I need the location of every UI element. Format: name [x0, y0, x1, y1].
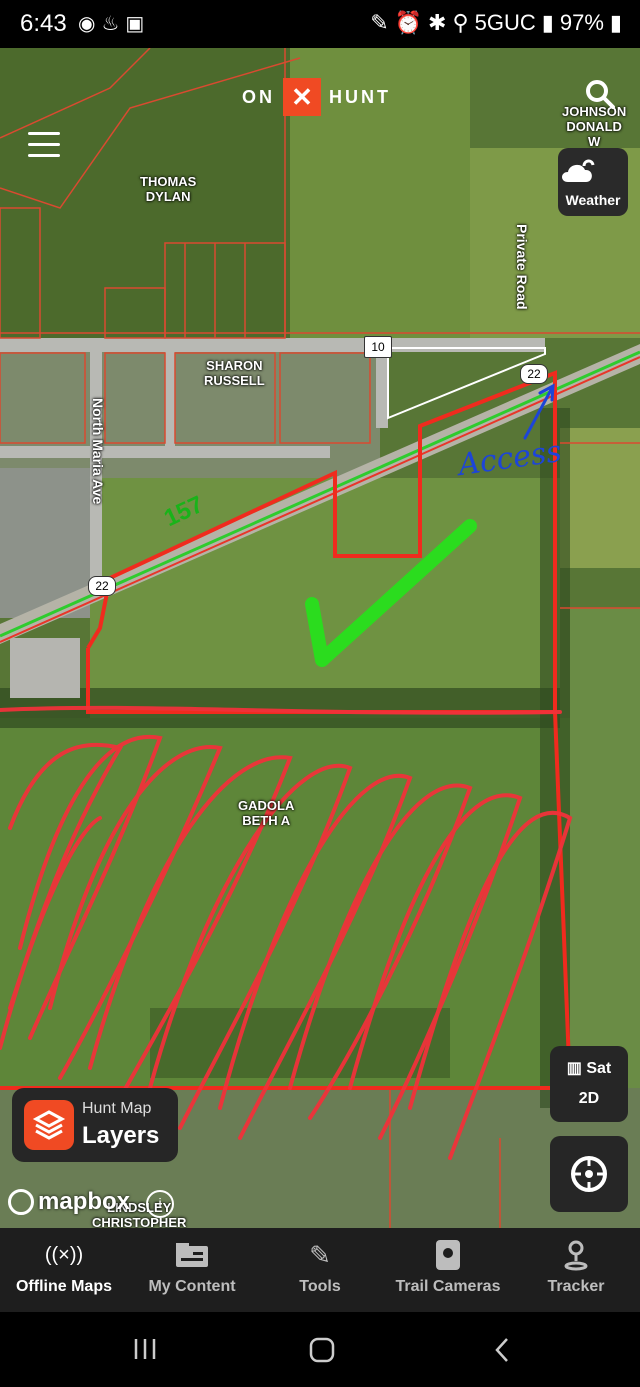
- back-button[interactable]: [492, 1336, 512, 1369]
- road-label-maria: North Maria Ave: [90, 398, 106, 505]
- menu-icon-bar: [28, 154, 60, 157]
- route-shield-22: 22: [520, 364, 548, 384]
- bottom-navigation: ((×)) Offline Maps My Content ✎ Tools Tr…: [0, 1228, 640, 1312]
- owner-label-sharon: SHARON RUSSELL: [204, 358, 265, 388]
- logo-mark-icon: ✕: [283, 78, 321, 116]
- info-icon[interactable]: i: [146, 1190, 174, 1218]
- map-book-icon: ▥: [566, 1060, 582, 1077]
- weather-icon: [562, 159, 595, 182]
- status-time: 6:43: [20, 10, 67, 37]
- nav-label: Offline Maps: [15, 1278, 112, 1295]
- nav-label: Tools: [299, 1278, 341, 1295]
- network-type: 5GUC: [474, 10, 536, 35]
- map-type-sat[interactable]: ▥ Sat: [550, 1058, 628, 1078]
- map-type-sat-label: Sat: [586, 1060, 612, 1077]
- compass-icon: [571, 1156, 607, 1192]
- satellite-map[interactable]: ON ✕ HUNT Weather JOHNSON DONALD W THOMA…: [0, 48, 640, 1228]
- system-navigation: [0, 1312, 640, 1387]
- menu-icon-bar: [28, 143, 60, 146]
- mapbox-text: mapbox: [38, 1188, 131, 1215]
- route-shield-22: 22: [88, 576, 116, 596]
- map-type-toggle[interactable]: ▥ Sat 2D: [550, 1046, 628, 1122]
- nav-tracker[interactable]: Tracker: [512, 1228, 640, 1312]
- app-logo: ON ✕ HUNT: [242, 78, 391, 116]
- map-imagery: [0, 48, 640, 1228]
- back-icon: [495, 1338, 508, 1362]
- messenger-icon: ◉: [78, 13, 102, 35]
- location-icon: ⚲: [452, 10, 469, 35]
- offline-maps-icon: ((×)): [44, 1243, 84, 1266]
- my-content-icon: [128, 1240, 256, 1270]
- map-mode-2d[interactable]: 2D: [550, 1090, 628, 1108]
- logo-text-hunt: HUNT: [329, 86, 391, 107]
- search-icon: [586, 80, 615, 109]
- nav-trail-cameras[interactable]: Trail Cameras: [384, 1228, 512, 1312]
- signal-icon: ▮: [541, 10, 554, 35]
- road-label-private: Private Road: [514, 224, 530, 310]
- layers-icon: [24, 1100, 74, 1150]
- layers-button[interactable]: Hunt Map Layers: [12, 1088, 178, 1162]
- nav-tools[interactable]: ✎ Tools: [256, 1228, 384, 1312]
- mapbox-logo-icon: [8, 1189, 34, 1215]
- layers-title: Layers: [82, 1122, 160, 1149]
- battery-icon: ▮: [609, 10, 622, 35]
- weather-button[interactable]: Weather: [558, 148, 628, 216]
- menu-icon-bar: [28, 132, 60, 135]
- tracker-icon: [512, 1240, 640, 1271]
- owner-label-gadola: GADOLA BETH A: [238, 798, 295, 828]
- nav-label: Tracker: [547, 1278, 605, 1295]
- notification-icons: ◉♨▣: [78, 11, 150, 36]
- menu-button[interactable]: [28, 132, 60, 158]
- status-right: ✎ ⏰ ✱ ⚲ 5GUC ▮ 97% ▮: [370, 10, 622, 36]
- alarm-icon: ⏰: [394, 10, 423, 35]
- gallery-icon: ▣: [125, 13, 151, 35]
- owner-label-johnson: JOHNSON DONALD W: [562, 104, 627, 149]
- weather-label: Weather: [565, 192, 621, 208]
- nav-label: Trail Cameras: [395, 1278, 501, 1295]
- recent-apps-icon: [134, 1339, 156, 1359]
- battery-level: 97%: [559, 10, 604, 35]
- home-button[interactable]: [308, 1336, 336, 1369]
- nav-my-content[interactable]: My Content: [128, 1228, 256, 1312]
- mapbox-attribution: mapbox: [8, 1188, 130, 1216]
- status-bar: 6:43 ◉♨▣ ✎ ⏰ ✱ ⚲ 5GUC ▮ 97% ▮: [0, 0, 640, 48]
- locate-button[interactable]: [550, 1136, 628, 1212]
- tools-icon: ✎: [309, 1239, 331, 1270]
- pen-icon: ✎: [370, 10, 389, 35]
- trail-camera-icon: [384, 1240, 512, 1270]
- owner-label-thomas: THOMAS DYLAN: [140, 174, 197, 204]
- layers-subtitle: Hunt Map: [82, 1100, 152, 1117]
- nav-offline-maps[interactable]: ((×)) Offline Maps: [0, 1228, 128, 1312]
- notification-icon: ♨: [101, 13, 126, 35]
- logo-text-on: ON: [242, 86, 275, 107]
- bluetooth-icon: ✱: [428, 10, 447, 35]
- route-shield-10: 10: [364, 336, 392, 358]
- nav-label: My Content: [148, 1278, 236, 1295]
- home-icon: [309, 1337, 335, 1363]
- recent-apps-button[interactable]: [132, 1336, 158, 1367]
